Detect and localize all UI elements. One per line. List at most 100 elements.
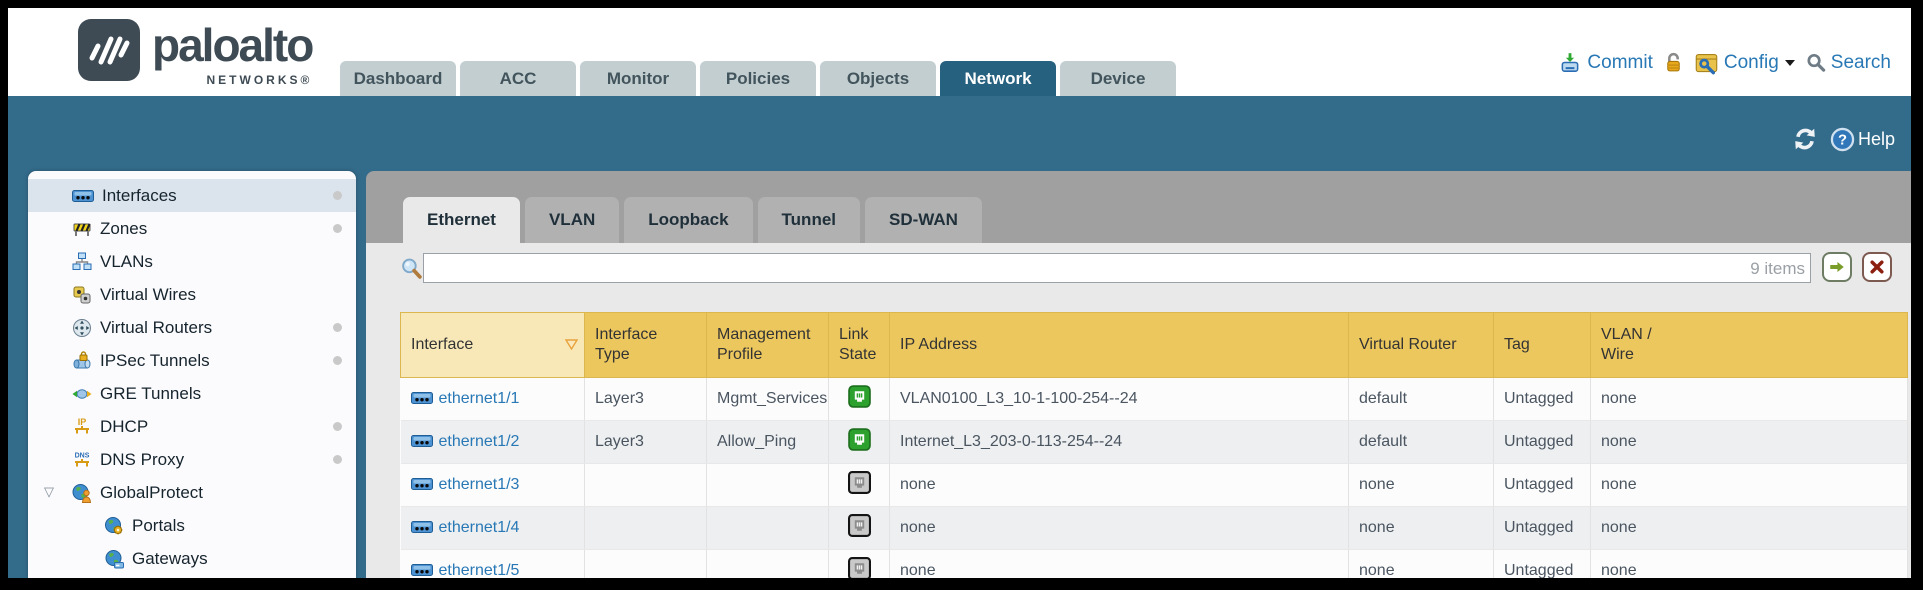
sidebar-item-gre-tunnels[interactable]: GRE Tunnels <box>28 377 356 410</box>
nav-tab-network[interactable]: Network <box>940 61 1056 96</box>
interface-type-cell <box>585 464 707 507</box>
interface-link[interactable]: ethernet1/4 <box>439 519 520 536</box>
tag-cell: Untagged <box>1494 507 1591 550</box>
sidebar-item-globalprotect[interactable]: ▽GlobalProtect <box>28 476 356 509</box>
sidebar-item-portals[interactable]: Portals <box>28 509 356 542</box>
table-row[interactable]: ethernet1/4nonenoneUntaggednone <box>401 507 1908 550</box>
filter-input[interactable] <box>423 253 1811 283</box>
interface-link[interactable]: ethernet1/3 <box>439 476 520 493</box>
vlan-wire-cell: none <box>1591 507 1908 550</box>
sidebar-item-virtual-routers[interactable]: Virtual Routers <box>28 311 356 344</box>
sidebar-item-zones[interactable]: Zones <box>28 212 356 245</box>
brand-subtext: NETWORKS® <box>152 73 312 87</box>
help-icon: ? <box>1830 127 1855 152</box>
column-header-management-profile[interactable]: Management Profile <box>707 313 829 378</box>
link-state-cell <box>829 507 890 550</box>
sidebar-item-vlans[interactable]: VLANs <box>28 245 356 278</box>
apply-filter-button[interactable] <box>1822 252 1852 282</box>
item-status-dot <box>333 191 342 200</box>
nav-tab-device[interactable]: Device <box>1060 61 1176 96</box>
virtual-router-cell: default <box>1349 421 1494 464</box>
nav-tab-dashboard[interactable]: Dashboard <box>340 61 456 96</box>
column-header-label: Management Profile <box>717 325 818 365</box>
subtab-ethernet[interactable]: Ethernet <box>403 197 520 243</box>
interface-type-cell: Layer3 <box>585 421 707 464</box>
nav-tab-objects[interactable]: Objects <box>820 61 936 96</box>
sidebar-item-interfaces[interactable]: Interfaces <box>28 179 356 212</box>
vlan-wire-cell: none <box>1591 378 1908 421</box>
subtab-sd-wan[interactable]: SD-WAN <box>865 197 982 243</box>
column-header-tag[interactable]: Tag <box>1494 313 1591 378</box>
sidebar-item-gateways[interactable]: Gateways <box>28 542 356 575</box>
nav-tab-acc[interactable]: ACC <box>460 61 576 96</box>
subtab-tunnel[interactable]: Tunnel <box>758 197 860 243</box>
sidebar-list: InterfacesZonesVLANs Virtual Wires Virtual… <box>28 171 356 578</box>
link-up-icon <box>848 385 871 408</box>
sidebar-item-dns-proxy[interactable]: DNSDNS Proxy <box>28 443 356 476</box>
table-row[interactable]: ethernet1/5nonenoneUntaggednone <box>401 550 1908 579</box>
link-up-icon <box>848 428 871 451</box>
link-state-cell <box>829 550 890 579</box>
column-header-interface-type[interactable]: Interface Type <box>585 313 707 378</box>
ip-address-cell: none <box>890 464 1349 507</box>
item-status-dot <box>333 356 342 365</box>
expander-triangle-icon[interactable]: ▽ <box>44 484 54 500</box>
subtab-loopback[interactable]: Loopback <box>624 197 752 243</box>
content-panel: 9 items InterfaceInterface TypeManagemen… <box>366 243 1911 578</box>
config-menu-button[interactable]: Config <box>1694 50 1796 75</box>
lock-icon[interactable] <box>1662 51 1685 74</box>
help-label: Help <box>1858 129 1895 150</box>
table-row[interactable]: ethernet1/2Layer3Allow_PingInternet_L3_2… <box>401 421 1908 464</box>
nav-tabs: DashboardACCMonitorPoliciesObjectsNetwor… <box>340 61 1176 96</box>
sort-indicator-icon[interactable] <box>565 339 578 350</box>
commit-button[interactable]: Commit <box>1558 51 1652 75</box>
subtab-vlan[interactable]: VLAN <box>525 197 619 243</box>
svg-text:?: ? <box>1838 132 1847 148</box>
main-content: EthernetVLANLoopbackTunnelSD-WAN 9 items <box>366 171 1911 578</box>
item-status-dot <box>333 224 342 233</box>
search-label: Search <box>1831 52 1891 74</box>
column-header-label: VLAN / Wire <box>1601 325 1665 365</box>
nav-tab-monitor[interactable]: Monitor <box>580 61 696 96</box>
globalprotect-icon <box>72 483 92 503</box>
management-profile-cell <box>707 550 829 579</box>
interfaces-table: InterfaceInterface TypeManagement Profil… <box>400 312 1908 578</box>
column-header-link-state[interactable]: Link State <box>829 313 890 378</box>
management-profile-cell <box>707 464 829 507</box>
interface-cell: ethernet1/1 <box>401 378 585 421</box>
sidebar-item-label: Virtual Wires <box>100 285 196 305</box>
table-row[interactable]: ethernet1/1Layer3Mgmt_ServicesVLAN0100_L… <box>401 378 1908 421</box>
link-state-cell <box>829 464 890 507</box>
refresh-icon[interactable] <box>1792 126 1818 152</box>
sidebar: InterfacesZonesVLANs Virtual Wires Virtual… <box>28 171 356 578</box>
interfaces-icon <box>72 189 94 203</box>
link-down-icon <box>848 514 871 537</box>
search-button[interactable]: Search <box>1805 52 1891 74</box>
column-header-ip-address[interactable]: IP Address <box>890 313 1349 378</box>
item-status-dot <box>333 422 342 431</box>
table-row[interactable]: ethernet1/3nonenoneUntaggednone <box>401 464 1908 507</box>
item-status-dot <box>333 323 342 332</box>
sidebar-item-clipped[interactable] <box>28 575 356 578</box>
items-count: 9 items <box>1750 259 1805 279</box>
column-header-interface[interactable]: Interface <box>401 313 585 378</box>
clear-filter-button[interactable] <box>1862 252 1892 282</box>
vlans-icon <box>72 252 92 272</box>
nav-tab-policies[interactable]: Policies <box>700 61 816 96</box>
column-header-vlan-wire[interactable]: VLAN / Wire <box>1591 313 1908 378</box>
dhcp-icon: IP <box>72 417 92 437</box>
sidebar-item-dhcp[interactable]: IPDHCP <box>28 410 356 443</box>
caret-down-icon <box>1784 59 1796 67</box>
interface-link[interactable]: ethernet1/1 <box>439 390 520 407</box>
ip-address-cell: none <box>890 550 1349 579</box>
ip-address-cell: Internet_L3_203-0-113-254--24 <box>890 421 1349 464</box>
interface-type-cell <box>585 507 707 550</box>
sidebar-item-virtual-wires[interactable]: Virtual Wires <box>28 278 356 311</box>
interface-link[interactable]: ethernet1/5 <box>439 562 520 578</box>
column-header-virtual-router[interactable]: Virtual Router <box>1349 313 1494 378</box>
commit-icon <box>1558 51 1582 75</box>
interface-link[interactable]: ethernet1/2 <box>439 433 520 450</box>
help-button[interactable]: ? Help <box>1830 127 1895 152</box>
link-state-cell <box>829 421 890 464</box>
sidebar-item-ipsec-tunnels[interactable]: IPSec Tunnels <box>28 344 356 377</box>
